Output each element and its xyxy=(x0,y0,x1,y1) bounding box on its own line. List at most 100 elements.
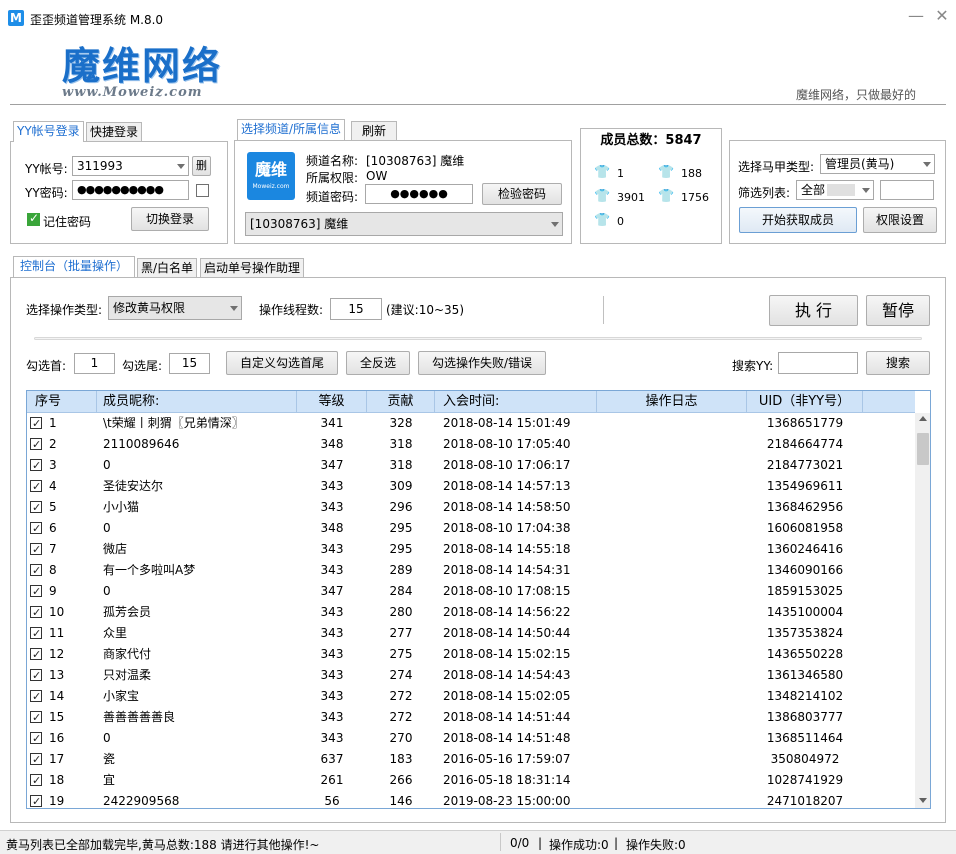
table-row[interactable]: 12 商家代付 343 275 2018-08-14 15:02:15 143655022… xyxy=(27,644,915,665)
tab-select-channel[interactable]: 选择频道/所属信息 xyxy=(237,119,346,140)
scroll-down-icon[interactable] xyxy=(919,798,927,803)
row-index: 10 xyxy=(49,605,65,619)
row-level: 343 xyxy=(320,605,344,619)
row-op-log xyxy=(597,602,747,623)
show-password-checkbox[interactable] xyxy=(196,184,209,197)
tab-refresh[interactable]: 刷新 xyxy=(351,121,397,141)
col-op-log[interactable]: 操作日志 xyxy=(597,391,747,413)
vest-type-select[interactable]: 管理员(黄马) xyxy=(820,154,935,174)
tab-yy-login[interactable]: YY帐号登录 xyxy=(13,121,84,142)
table-row[interactable]: 3 0 347 318 2018-08-10 17:06:17 2184773021 xyxy=(27,455,915,476)
account-combo[interactable]: 311993 xyxy=(72,156,189,176)
scroll-up-icon[interactable] xyxy=(919,416,927,421)
table-row[interactable]: 2 2110089646 348 318 2018-08-10 17:05:40 2184… xyxy=(27,434,915,455)
select-failed-button[interactable]: 勾选操作失败/错误 xyxy=(418,351,546,375)
table-row[interactable]: 6 0 348 295 2018-08-10 17:04:38 1606081958 xyxy=(27,518,915,539)
table-row[interactable]: 4 圣徒安达尔 343 309 2018-08-14 14:57:13 135496961… xyxy=(27,476,915,497)
table-row[interactable]: 7 微店 343 295 2018-08-14 14:55:18 1360246416 xyxy=(27,539,915,560)
col-uid[interactable]: UID（非YY号） xyxy=(747,391,863,413)
tab-quick-login[interactable]: 快捷登录 xyxy=(86,122,143,142)
row-level: 343 xyxy=(320,668,344,682)
row-contribution: 318 xyxy=(389,458,413,472)
row-checkbox[interactable] xyxy=(30,686,42,707)
row-nickname: 小小猫 xyxy=(103,500,140,514)
row-checkbox[interactable] xyxy=(30,749,42,770)
row-checkbox[interactable] xyxy=(30,602,42,623)
channel-password-input[interactable]: ●●●●●● xyxy=(365,184,473,204)
last-input[interactable]: 15 xyxy=(169,353,210,374)
row-checkbox[interactable] xyxy=(30,518,42,539)
title-bar: M 歪歪频道管理系统 M.8.0 — ✕ xyxy=(0,0,956,36)
avatar-subtext: Moweiz.com xyxy=(252,183,290,190)
start-fetch-members-button[interactable]: 开始获取成员 xyxy=(739,207,857,233)
row-checkbox[interactable] xyxy=(30,791,42,808)
table-row[interactable]: 8 有一个多啦叫A梦 343 289 2018-08-14 14:54:31 134609… xyxy=(27,560,915,581)
row-checkbox[interactable] xyxy=(30,476,42,497)
table-row[interactable]: 11 众里 343 277 2018-08-14 14:50:44 1357353824 xyxy=(27,623,915,644)
row-checkbox[interactable] xyxy=(30,434,42,455)
row-checkbox[interactable] xyxy=(30,770,42,791)
delete-account-button[interactable]: 删 xyxy=(192,156,211,176)
tab-black-white-list[interactable]: 黑/白名单 xyxy=(137,258,198,278)
col-join-time[interactable]: 入会时间: xyxy=(435,391,597,413)
table-row[interactable]: 10 孤芳会员 343 280 2018-08-14 14:56:22 143510000… xyxy=(27,602,915,623)
row-checkbox[interactable] xyxy=(30,413,42,434)
row-checkbox[interactable] xyxy=(30,665,42,686)
op-type-select[interactable]: 修改黄马权限 xyxy=(108,296,242,320)
password-input[interactable]: ●●●●●●●●●● xyxy=(72,180,189,200)
table-row[interactable]: 1 \t荣耀丨刺猬〖兄弟情深〗 341 328 2018-08-14 15:01:49 1… xyxy=(27,413,915,434)
row-checkbox[interactable] xyxy=(30,644,42,665)
row-checkbox[interactable] xyxy=(30,539,42,560)
status-bar: 黄马列表已全部加载完毕,黄马总数:188 请进行其他操作!~ 0/0 | 操作成… xyxy=(0,830,956,854)
row-checkbox[interactable] xyxy=(30,581,42,602)
password-label: YY密码: xyxy=(25,186,68,200)
row-checkbox[interactable] xyxy=(30,455,42,476)
col-level[interactable]: 等级 xyxy=(297,391,367,413)
stat-orange-count: 1 xyxy=(617,167,624,180)
table-row[interactable]: 18 宜 261 266 2016-05-18 18:31:14 1028741929 xyxy=(27,770,915,791)
custom-select-range-button[interactable]: 自定义勾选首尾 xyxy=(226,351,338,375)
row-checkbox[interactable] xyxy=(30,728,42,749)
check-password-button[interactable]: 检验密码 xyxy=(482,183,562,205)
tab-console[interactable]: 控制台（批量操作） xyxy=(13,256,136,277)
table-row[interactable]: 13 只对温柔 343 274 2018-08-14 14:54:43 136134658… xyxy=(27,665,915,686)
row-op-log xyxy=(597,665,747,686)
table-row[interactable]: 9 0 347 284 2018-08-10 17:08:15 1859153025 xyxy=(27,581,915,602)
table-row[interactable]: 5 小小猫 343 296 2018-08-14 14:58:50 1368462956 xyxy=(27,497,915,518)
permission-settings-button[interactable]: 权限设置 xyxy=(863,207,937,233)
first-input[interactable]: 1 xyxy=(74,353,115,374)
vertical-scrollbar[interactable] xyxy=(915,413,930,808)
minimize-icon[interactable]: — xyxy=(906,6,926,26)
row-checkbox[interactable] xyxy=(30,560,42,581)
channel-select[interactable]: [10308763] 魔维 xyxy=(245,212,563,236)
filter-select[interactable]: 全部 xyxy=(796,180,874,200)
row-checkbox[interactable] xyxy=(30,707,42,728)
search-button[interactable]: 搜索 xyxy=(866,351,930,375)
invert-selection-button[interactable]: 全反选 xyxy=(346,351,410,375)
row-op-log xyxy=(597,476,747,497)
table-row[interactable]: 15 善善善善善良 343 272 2018-08-14 14:51:44 1386803… xyxy=(27,707,915,728)
switch-login-button[interactable]: 切换登录 xyxy=(131,207,209,231)
table-row[interactable]: 14 小家宝 343 272 2018-08-14 15:02:05 1348214102 xyxy=(27,686,915,707)
table-row[interactable]: 17 瓷 637 183 2016-05-16 17:59:07 350804972 xyxy=(27,749,915,770)
row-checkbox[interactable] xyxy=(30,623,42,644)
filter-input[interactable] xyxy=(880,180,934,200)
remember-password-checkbox[interactable] xyxy=(27,211,40,226)
chevron-down-icon xyxy=(177,164,185,169)
tab-single-assistant[interactable]: 启动单号操作助理 xyxy=(200,258,305,278)
search-input[interactable] xyxy=(778,352,858,374)
table-row[interactable]: 19 2422909568 56 146 2019-08-23 15:00:00 2471… xyxy=(27,791,915,808)
close-icon[interactable]: ✕ xyxy=(932,6,952,26)
channel-avatar: 魔维 Moweiz.com xyxy=(247,152,295,200)
execute-button[interactable]: 执 行 xyxy=(769,295,858,326)
col-index[interactable]: 序号 xyxy=(27,391,97,413)
account-label: YY帐号: xyxy=(25,162,68,176)
row-checkbox[interactable] xyxy=(30,497,42,518)
table-row[interactable]: 16 0 343 270 2018-08-14 14:51:48 1368511464 xyxy=(27,728,915,749)
pause-button[interactable]: 暂停 xyxy=(866,295,930,326)
status-divider xyxy=(500,833,501,851)
scroll-thumb[interactable] xyxy=(917,433,929,465)
threads-input[interactable]: 15 xyxy=(330,298,382,320)
col-nickname[interactable]: 成员昵称: xyxy=(97,391,297,413)
col-contribution[interactable]: 贡献 xyxy=(367,391,435,413)
